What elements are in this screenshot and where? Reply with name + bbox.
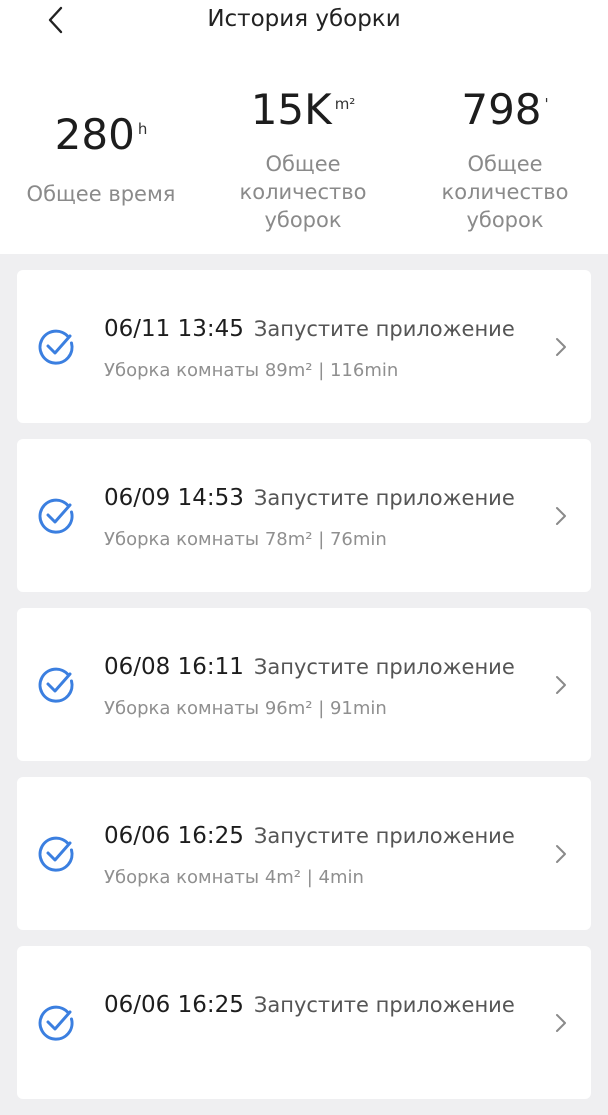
record-details: Уборка комнаты 4m² | 4min: [104, 867, 364, 888]
check-circle-icon: [38, 667, 74, 703]
stat-value: 15K: [250, 85, 332, 134]
record-details: Уборка комнаты 96m² | 91min: [104, 698, 387, 719]
check-circle-icon: [38, 498, 74, 534]
stat-label: Общее количество уборок: [441, 152, 569, 232]
record-datetime: 06/08 16:11: [104, 654, 244, 680]
record-datetime: 06/11 13:45: [104, 316, 244, 342]
stat-unit: h: [137, 120, 148, 138]
record-status: Запустите приложение: [253, 486, 515, 510]
chevron-right-icon: [556, 1014, 566, 1032]
chevron-right-icon: [556, 507, 566, 525]
check-circle-icon: [38, 1005, 74, 1041]
history-record[interactable]: 06/08 16:11 Запустите приложение Уборка к…: [17, 608, 591, 761]
record-status: Запустите приложение: [253, 317, 515, 341]
check-circle-icon: [38, 836, 74, 872]
stat-label: Общее количество уборок: [239, 152, 367, 232]
record-status: Запустите приложение: [253, 824, 515, 848]
stat-label: Общее время: [26, 182, 176, 206]
history-record[interactable]: 06/09 14:53 Запустите приложение Уборка к…: [17, 439, 591, 592]
record-details: Уборка комнаты 78m² | 76min: [104, 529, 387, 550]
summary-panel: История уборки 280 h Общее время 15K m² Об…: [0, 0, 608, 254]
chevron-right-icon: [556, 338, 566, 356]
stat-value: 798: [461, 85, 542, 134]
stat-unit: m²: [334, 95, 356, 113]
history-record[interactable]: 06/11 13:45 Запустите приложение Уборка к…: [17, 270, 591, 423]
stat-total-time: 280 h Общее время: [0, 80, 202, 234]
stat-value: 280: [54, 110, 135, 159]
check-circle-icon: [38, 329, 74, 365]
header: История уборки: [0, 0, 608, 44]
record-status: Запустите приложение: [253, 655, 515, 679]
page-title: История уборки: [207, 6, 401, 32]
record-datetime: 06/06 16:25: [104, 823, 244, 849]
record-details: Уборка комнаты 89m² | 116min: [104, 360, 399, 381]
stat-unit: ': [544, 95, 549, 113]
history-record[interactable]: 06/06 16:25 Запустите приложение Уборка к…: [17, 777, 591, 930]
record-datetime: 06/06 16:25: [104, 992, 244, 1018]
stats-row: 280 h Общее время 15K m² Общее количество …: [0, 80, 608, 234]
record-status: Запустите приложение: [253, 993, 515, 1017]
record-datetime: 06/09 14:53: [104, 485, 244, 511]
chevron-right-icon: [556, 845, 566, 863]
chevron-right-icon: [556, 676, 566, 694]
stat-total-area: 15K m² Общее количество уборок: [202, 80, 404, 234]
history-list: 06/11 13:45 Запустите приложение Уборка к…: [17, 270, 591, 1115]
history-record[interactable]: 06/06 16:25 Запустите приложение: [17, 946, 591, 1099]
stat-total-count: 798 ' Общее количество уборок: [404, 80, 606, 234]
